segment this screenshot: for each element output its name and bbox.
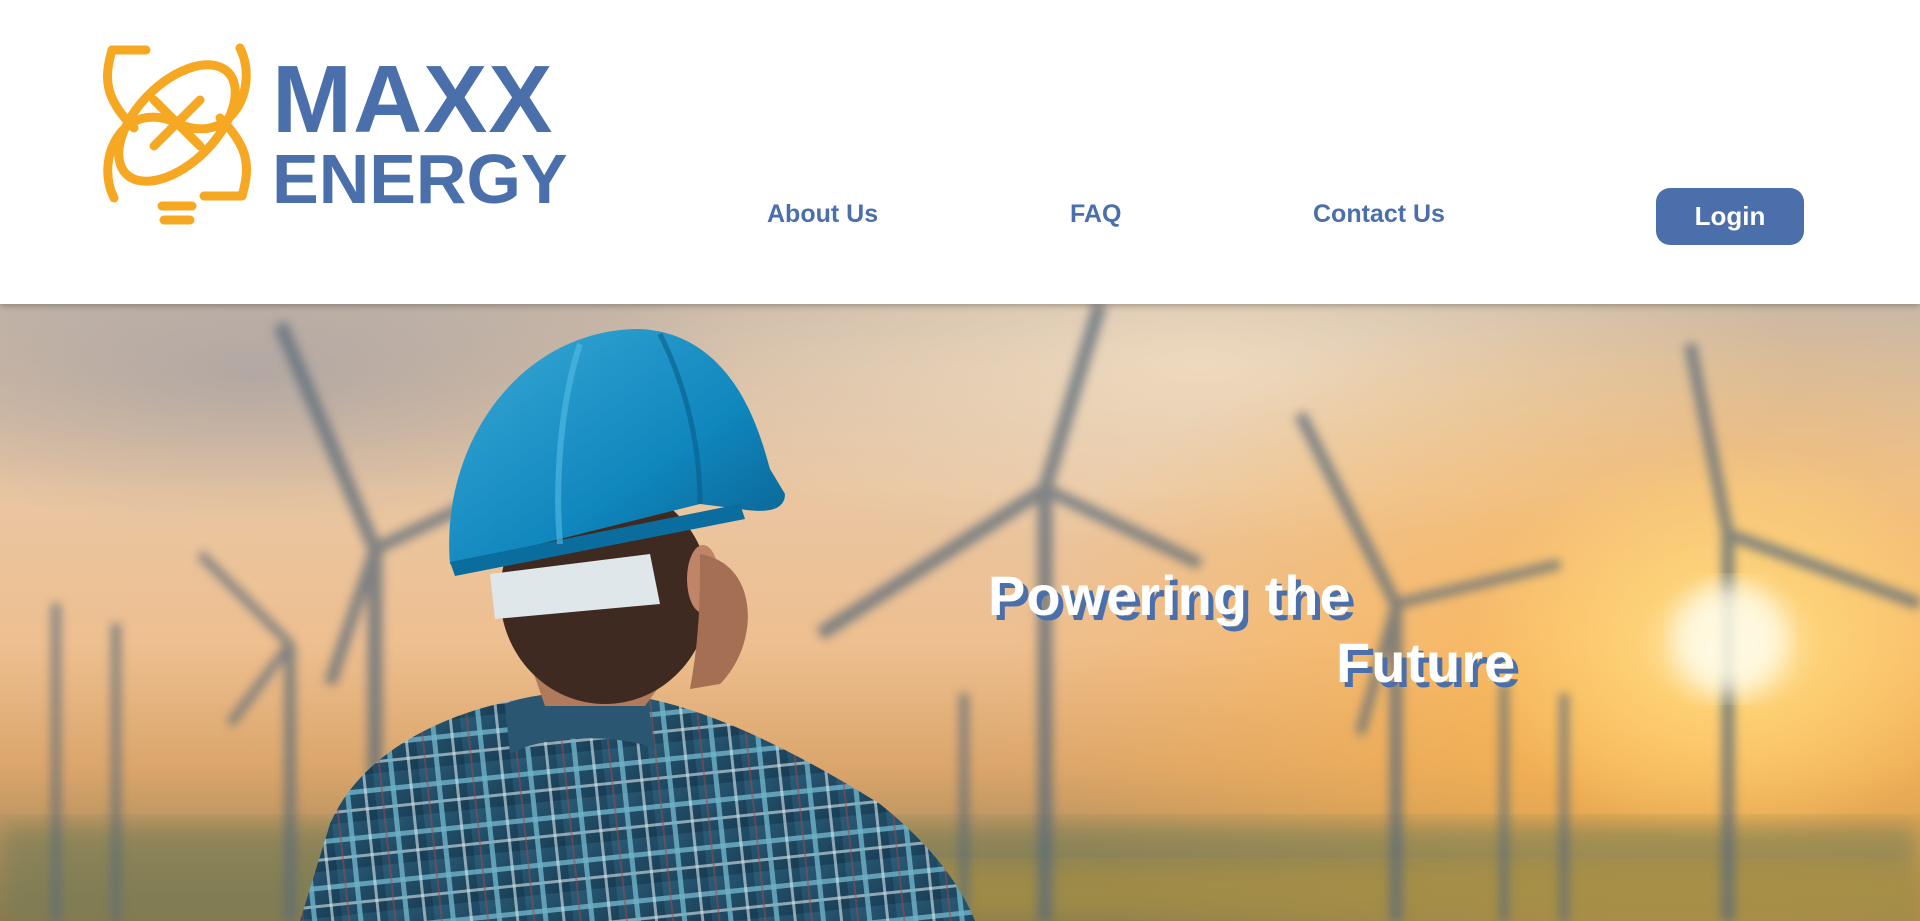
- atom-bulb-icon: [103, 43, 251, 225]
- site-header: MAXX ENERGY About Us FAQ Contact Us Logi…: [0, 0, 1920, 304]
- brand-name-line2: ENERGY: [272, 140, 568, 218]
- hero-headline-line1: Powering the: [988, 564, 1352, 627]
- hero-banner: Powering the Future: [0, 304, 1920, 921]
- nav-link-faq[interactable]: FAQ: [1070, 200, 1121, 229]
- brand-name-line1: MAXX: [272, 46, 554, 153]
- nav-link-about-us[interactable]: About Us: [767, 200, 878, 229]
- hero-image: [0, 304, 1920, 921]
- hero-headline-line2: Future: [1336, 631, 1517, 694]
- nav-link-contact-us[interactable]: Contact Us: [1313, 200, 1445, 229]
- brand-logo[interactable]: MAXX ENERGY: [94, 38, 594, 228]
- login-button[interactable]: Login: [1656, 188, 1804, 245]
